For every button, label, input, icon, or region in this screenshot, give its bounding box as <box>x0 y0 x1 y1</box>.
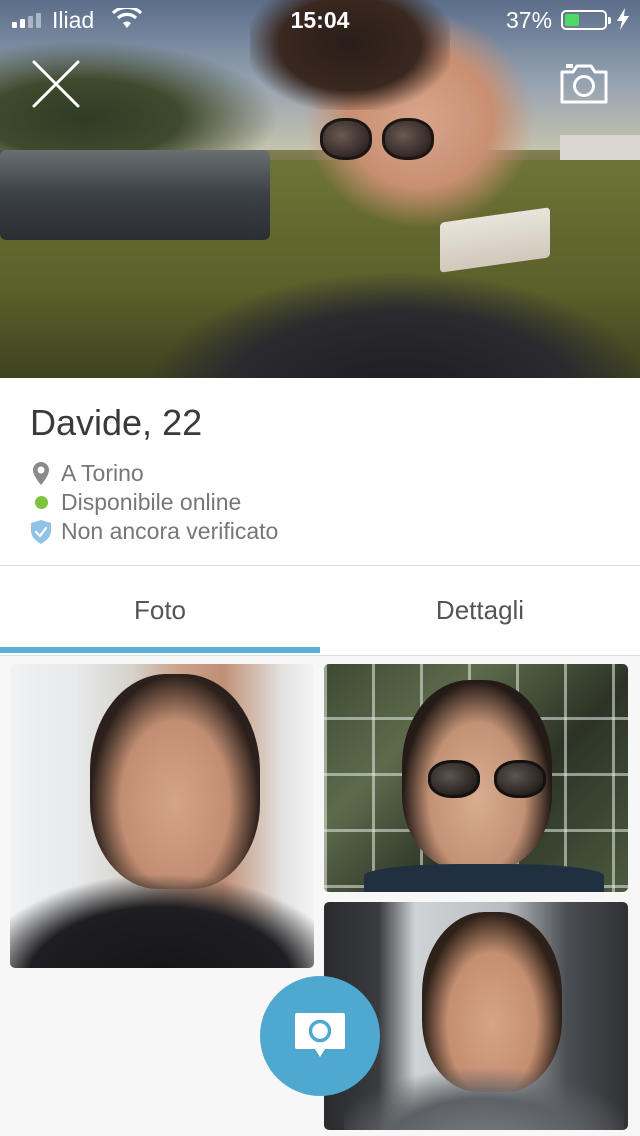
online-dot-icon <box>34 496 48 509</box>
camera-icon[interactable] <box>558 60 610 106</box>
chat-bubble-icon <box>295 1013 345 1057</box>
profile-tabs: Foto Dettagli <box>0 566 640 656</box>
battery-icon <box>561 10 611 30</box>
profile-cover-photo[interactable] <box>0 0 640 378</box>
online-status-row: Disponibile online <box>30 489 241 516</box>
close-icon[interactable] <box>30 58 82 110</box>
location-text: A Torino <box>61 460 144 486</box>
location-row: A Torino <box>30 460 144 487</box>
chat-button[interactable] <box>260 976 380 1096</box>
shield-check-icon <box>31 519 51 544</box>
gallery-photo[interactable] <box>324 664 628 892</box>
online-status-text: Disponibile online <box>61 489 242 515</box>
tab-foto[interactable]: Foto <box>0 566 320 656</box>
active-tab-indicator <box>0 647 320 653</box>
tab-dettagli[interactable]: Dettagli <box>320 566 640 656</box>
verification-text: Non ancora verificato <box>61 518 279 544</box>
profile-info: Davide, 22 A Torino Disponibile online N… <box>0 378 640 566</box>
profile-name-age: Davide, 22 <box>30 402 203 443</box>
verification-row: Non ancora verificato <box>30 518 278 545</box>
battery-percent: 37% <box>506 7 553 33</box>
charging-bolt-icon <box>617 8 629 30</box>
location-pin-icon <box>33 461 49 485</box>
status-bar: Iliad 15:04 37% <box>0 0 640 40</box>
gallery-photo[interactable] <box>10 664 314 968</box>
